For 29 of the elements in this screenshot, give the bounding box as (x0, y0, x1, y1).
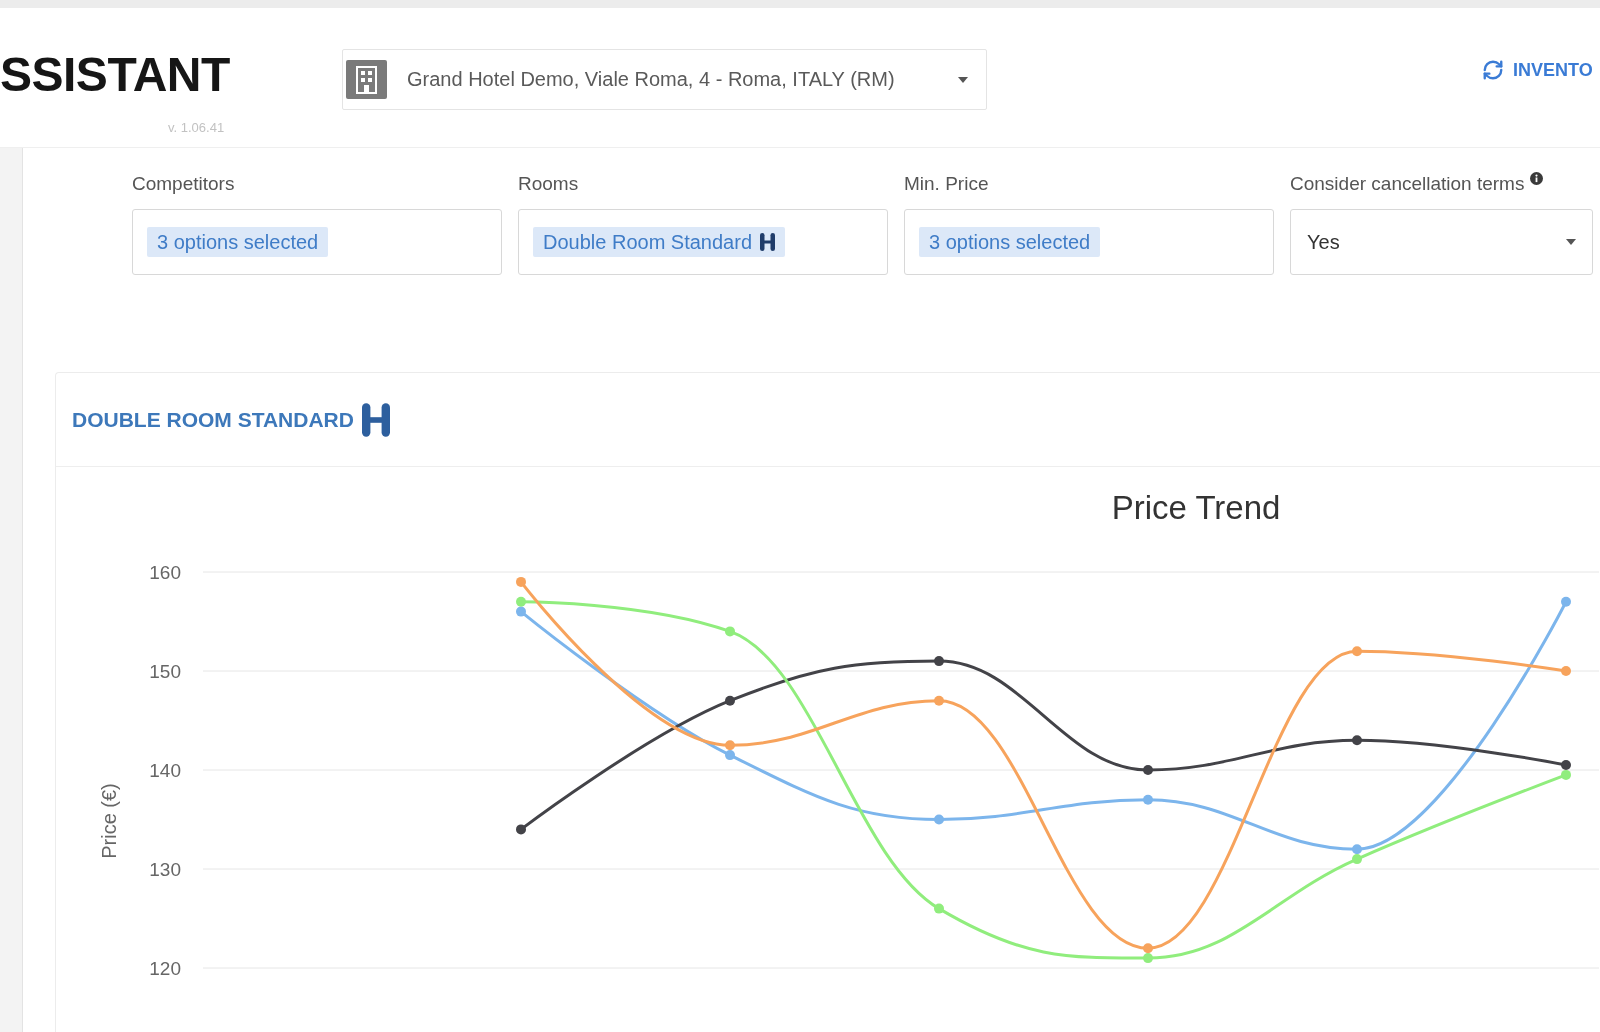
y-axis-label: Price (€) (98, 783, 121, 859)
field-label: Min. Price (904, 172, 989, 196)
multiselect-field[interactable]: 3 options selected (132, 209, 502, 275)
y-tick-label: 120 (149, 958, 181, 979)
twin-bars-icon (361, 402, 390, 437)
hotel-select[interactable]: Grand Hotel Demo, Viale Roma, 4 - Roma, ITALY (RM) (342, 49, 987, 110)
y-tick-label: 160 (149, 562, 181, 583)
version-text: v. 1.06.41 (168, 120, 225, 135)
caret-icon (1566, 239, 1576, 245)
refresh-icon (1482, 59, 1504, 81)
chip-text: 3 options selected (929, 230, 1091, 254)
select-field[interactable]: Yes (1290, 209, 1593, 275)
multiselect-field[interactable]: Double Room Standard (518, 209, 888, 275)
chart-title: Price Trend (1111, 489, 1281, 526)
refresh-link[interactable]: INVENTO (1482, 59, 1593, 81)
field-label: Competitors (132, 172, 235, 196)
y-tick-label: 150 (149, 661, 181, 682)
section-title: DOUBLE ROOM STANDARD (72, 407, 354, 432)
chip-text: 3 options selected (157, 230, 319, 254)
multiselect-field[interactable]: 3 options selected (904, 209, 1274, 275)
field-label: Consider cancellation terms (1290, 172, 1525, 196)
building-icon (346, 60, 387, 99)
field-label: Rooms (518, 172, 579, 196)
chip-text: Double Room Standard (543, 230, 752, 254)
caret-icon (958, 76, 968, 83)
y-tick-label: 140 (149, 760, 181, 781)
twin-bars-icon (760, 233, 775, 251)
y-tick-label: 130 (149, 859, 181, 880)
logo-text: SSISTANT (0, 51, 230, 99)
